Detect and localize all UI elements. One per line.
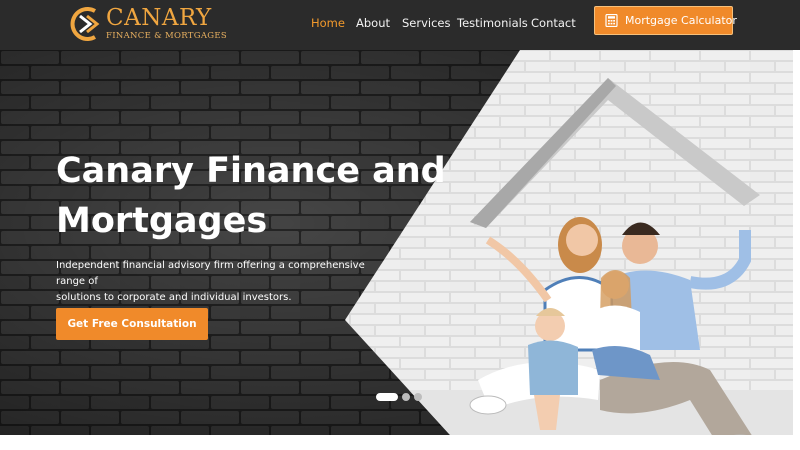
nav-testimonials[interactable]: Testimonials xyxy=(457,15,528,31)
hero-description-line-1: Independent financial advisory firm offe… xyxy=(56,260,365,287)
canary-logo-icon xyxy=(70,7,100,41)
get-free-consultation-button[interactable]: Get Free Consultation xyxy=(56,308,208,340)
brand-tagline: FINANCE & MORTGAGES xyxy=(106,31,227,41)
nav-home[interactable]: Home xyxy=(311,15,345,31)
hero-title-line-1: Canary Finance and xyxy=(56,151,446,191)
calculator-icon xyxy=(605,14,618,27)
nav-services[interactable]: Services xyxy=(402,15,451,31)
nav-about[interactable]: About xyxy=(356,15,390,31)
brand-name: CANARY xyxy=(106,5,212,31)
mortgage-calculator-button[interactable]: Mortgage Calculator xyxy=(594,6,737,35)
hero-title: Canary Finance and Mortgages xyxy=(56,146,456,246)
hero-title-line-2: Mortgages xyxy=(56,201,268,241)
brand-logo[interactable]: CANARY FINANCE & MORTGAGES xyxy=(68,4,238,46)
hero-slider: Canary Finance and Mortgages Independent… xyxy=(0,50,793,435)
hero-description-line-2: solutions to corporate and individual in… xyxy=(56,292,292,303)
mortgage-calculator-label: Mortgage Calculator xyxy=(625,14,737,27)
slider-dot-1[interactable] xyxy=(376,393,398,401)
site-header: CANARY FINANCE & MORTGAGES Home About Se… xyxy=(0,0,800,50)
nav-contact[interactable]: Contact xyxy=(531,15,576,31)
slider-dot-3[interactable] xyxy=(414,393,422,401)
slider-dot-2[interactable] xyxy=(402,393,410,401)
hero-description: Independent financial advisory firm offe… xyxy=(56,258,392,306)
